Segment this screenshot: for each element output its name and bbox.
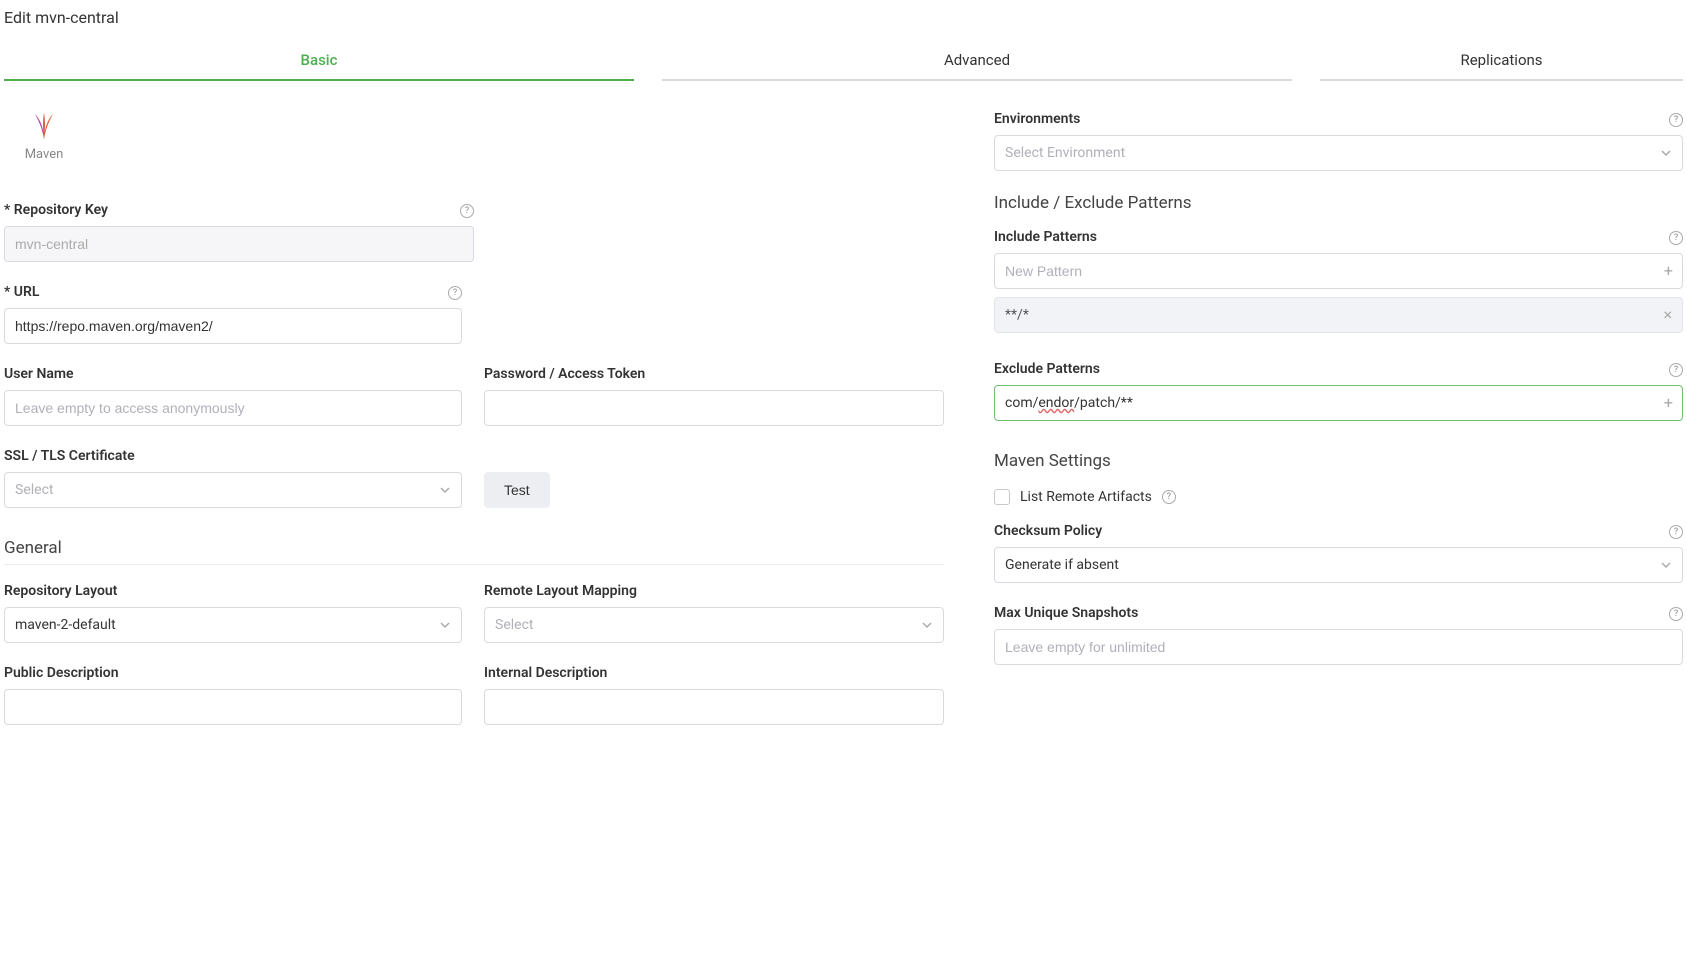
page-title: Edit mvn-central (4, 8, 1683, 27)
tab-basic[interactable]: Basic (4, 41, 634, 81)
help-icon[interactable]: ? (1669, 231, 1683, 245)
include-pattern-value: **/* (1005, 307, 1029, 323)
tab-advanced[interactable]: Advanced (662, 41, 1292, 81)
help-icon[interactable]: ? (1669, 607, 1683, 621)
repo-key-input[interactable] (4, 226, 474, 262)
maven-icon (29, 111, 59, 141)
chevron-down-icon (921, 619, 933, 631)
tab-replications[interactable]: Replications (1320, 41, 1683, 81)
username-label: User Name (4, 366, 462, 382)
exclude-patterns-label: Exclude Patterns (994, 361, 1683, 377)
remote-mapping-placeholder: Select (495, 617, 533, 633)
help-icon[interactable]: ? (1669, 363, 1683, 377)
username-input[interactable] (4, 390, 462, 426)
ssl-placeholder: Select (15, 482, 53, 498)
help-icon[interactable]: ? (1669, 113, 1683, 127)
repo-layout-select[interactable]: maven-2-default (4, 607, 462, 643)
password-input[interactable] (484, 390, 944, 426)
repo-layout-label: Repository Layout (4, 583, 462, 599)
maven-settings-heading: Maven Settings (994, 451, 1683, 477)
plus-icon[interactable]: + (1664, 263, 1673, 279)
include-pattern-chip: **/* × (994, 297, 1683, 333)
environments-label: Environments (994, 111, 1683, 127)
environments-select[interactable]: Select Environment (994, 135, 1683, 171)
package-type-label: Maven (14, 147, 74, 162)
repo-key-label: * Repository Key (4, 202, 474, 218)
ssl-select[interactable]: Select (4, 472, 462, 508)
internal-desc-label: Internal Description (484, 665, 944, 681)
remove-pattern-icon[interactable]: × (1663, 307, 1672, 323)
url-input[interactable] (4, 308, 462, 344)
help-icon[interactable]: ? (460, 204, 474, 218)
chevron-down-icon (1660, 559, 1672, 571)
checksum-label: Checksum Policy (994, 523, 1683, 539)
max-snapshots-input[interactable] (994, 629, 1683, 665)
chevron-down-icon (439, 619, 451, 631)
list-remote-label: List Remote Artifacts (1020, 489, 1152, 505)
plus-icon[interactable]: + (1664, 395, 1673, 411)
url-label: * URL (4, 284, 462, 300)
environments-placeholder: Select Environment (1005, 145, 1125, 161)
checksum-select[interactable]: Generate if absent (994, 547, 1683, 583)
exclude-pattern-input[interactable]: com/endor/patch/** (994, 385, 1683, 421)
help-icon[interactable]: ? (1669, 525, 1683, 539)
password-label: Password / Access Token (484, 366, 944, 382)
public-desc-input[interactable] (4, 689, 462, 725)
chevron-down-icon (439, 484, 451, 496)
max-snapshots-label: Max Unique Snapshots (994, 605, 1683, 621)
help-icon[interactable]: ? (448, 286, 462, 300)
help-icon[interactable]: ? (1162, 490, 1176, 504)
checksum-value: Generate if absent (1005, 557, 1119, 573)
include-pattern-input[interactable] (994, 253, 1683, 289)
remote-mapping-select[interactable]: Select (484, 607, 944, 643)
package-type-card: Maven (14, 111, 74, 162)
public-desc-label: Public Description (4, 665, 462, 681)
general-section-heading: General (4, 538, 944, 565)
test-button[interactable]: Test (484, 472, 550, 508)
tab-bar: Basic Advanced Replications (4, 41, 1683, 81)
chevron-down-icon (1660, 147, 1672, 159)
ssl-label: SSL / TLS Certificate (4, 448, 462, 464)
internal-desc-input[interactable] (484, 689, 944, 725)
patterns-section-heading: Include / Exclude Patterns (994, 193, 1683, 219)
include-patterns-label: Include Patterns (994, 229, 1683, 245)
repo-layout-value: maven-2-default (15, 617, 116, 633)
remote-mapping-label: Remote Layout Mapping (484, 583, 944, 599)
list-remote-checkbox[interactable] (994, 489, 1010, 505)
